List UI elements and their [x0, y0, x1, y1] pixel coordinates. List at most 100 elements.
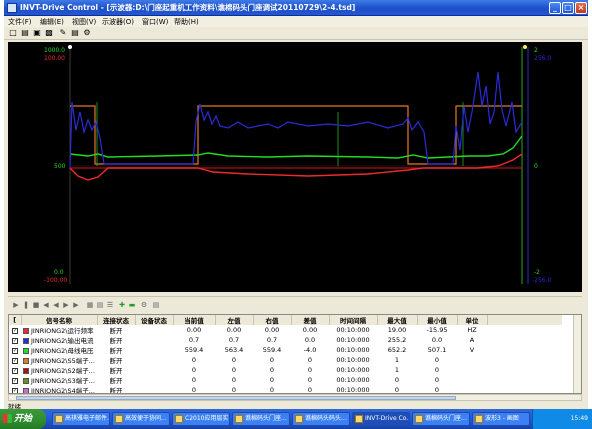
- cell-unit: V: [469, 346, 475, 354]
- bottom-toolbar: ▶ ❚ ■ ◀ ◀ ▶ ▶ ▦ ▤ ☰ ✚ ▬ ⚙ ▤: [8, 296, 582, 312]
- cell-spacer: [487, 335, 562, 345]
- col-check[interactable]: [: [9, 315, 22, 325]
- menu-oscilloscope[interactable]: 示波器(O): [102, 17, 134, 27]
- cell-left: 0: [231, 376, 237, 384]
- row-checkbox[interactable]: ✓: [9, 345, 21, 355]
- step-back-icon[interactable]: ◀: [52, 301, 60, 309]
- cell-min: 0: [434, 376, 440, 384]
- col-current[interactable]: 当前值: [173, 315, 216, 325]
- menu-edit[interactable]: 编辑(E): [40, 17, 64, 27]
- cell-max: 652.2: [387, 346, 407, 354]
- col-right[interactable]: 右值: [253, 315, 292, 325]
- taskbar-item[interactable]: 谯棉码头门座...: [232, 412, 290, 426]
- remove-icon[interactable]: ▬: [128, 301, 136, 309]
- signal-name: JINRIONG2\S2端子...: [31, 367, 95, 375]
- row-checkbox[interactable]: ✓: [9, 325, 21, 335]
- minimize-button[interactable]: _: [549, 2, 561, 14]
- col-min[interactable]: 最小值: [417, 315, 458, 325]
- taskbar-item[interactable]: 高祺雅电子邮件...: [52, 412, 110, 426]
- taskbar-item-label: 谯棉码头门座...: [425, 415, 467, 422]
- col-diff[interactable]: 差值: [291, 315, 330, 325]
- checkbox-icon[interactable]: ✓: [12, 328, 18, 334]
- col-signal-name[interactable]: 信号名称: [21, 315, 98, 325]
- taskbar-item-label: 波形3 - 画图: [485, 415, 519, 422]
- maximize-button[interactable]: □: [562, 2, 574, 14]
- tool-icon[interactable]: ⚙: [82, 28, 92, 38]
- menu-window[interactable]: 窗口(W): [142, 17, 168, 27]
- play-icon[interactable]: ▶: [12, 301, 20, 309]
- taskbar-item[interactable]: 谯棉码头码头...: [292, 412, 350, 426]
- window-icon: [175, 415, 183, 423]
- document-icon[interactable]: ▤: [70, 28, 80, 38]
- row-checkbox[interactable]: ✓: [9, 375, 21, 385]
- checkbox-icon[interactable]: ✓: [12, 348, 18, 354]
- table-row[interactable]: ✓ JINRIONG2\S3端子... 断开 0 0 0 0 00:10:000 0 0: [9, 375, 562, 385]
- checkbox-icon[interactable]: ✓: [12, 378, 18, 384]
- col-conn-status[interactable]: 连接状态: [97, 315, 136, 325]
- taskbar-item[interactable]: 高效便于协同...: [112, 412, 170, 426]
- fast-forward-icon[interactable]: ▶: [72, 301, 80, 309]
- table-row[interactable]: ✓ JINRIONG2\母线电压 断开 559.4 563.4 559.4 -4.0 00:1…: [9, 345, 562, 355]
- table-row[interactable]: ✓ JINRIONG2\S5端子... 断开 0 0 0 0 00:10:000 1 0: [9, 355, 562, 365]
- taskbar-item[interactable]: INVT-Drive Co...: [352, 412, 410, 426]
- taskbar-item[interactable]: C2010应用层实...: [172, 412, 230, 426]
- table-scrollbar[interactable]: [573, 315, 581, 393]
- menu-file[interactable]: 文件(F): [8, 17, 32, 27]
- grid-icon[interactable]: ▦: [86, 301, 94, 309]
- col-max[interactable]: 最大值: [377, 315, 418, 325]
- cell-dev: [135, 365, 173, 375]
- row-checkbox[interactable]: ✓: [9, 385, 21, 393]
- cell-right: 0.7: [266, 336, 278, 344]
- col-dev-status[interactable]: 设备状态: [135, 315, 174, 325]
- table-row[interactable]: ✓ JINRIONG2\S4端子... 断开 0 0 0 0 00:10:000 0 0: [9, 385, 562, 394]
- table-row[interactable]: ✓ JINRIONG2\S2端子... 断开 0 0 0 0 00:10:000 1 0: [9, 365, 562, 375]
- menu-view[interactable]: 视图(V): [72, 17, 96, 27]
- signal-name: JINRIONG2\母线电压: [31, 347, 94, 355]
- title-bar: INVT-Drive Control - [示波器:D:\门座起重机工作资料\谯…: [4, 0, 588, 16]
- open-folder-icon[interactable]: ▤: [20, 28, 30, 38]
- cell-max: 1: [394, 366, 400, 374]
- row-checkbox[interactable]: ✓: [9, 355, 21, 365]
- new-file-icon[interactable]: □: [8, 28, 18, 38]
- scrollbar-thumb[interactable]: [16, 396, 456, 400]
- add-icon[interactable]: ✚: [118, 301, 126, 309]
- oscilloscope-chart[interactable]: 1000.0 100.00 500 0.0 -100.00 2 256.0 0 …: [8, 42, 582, 292]
- menu-help[interactable]: 帮助(H): [174, 17, 199, 27]
- col-unit[interactable]: 单位: [457, 315, 488, 325]
- checkbox-icon[interactable]: ✓: [12, 358, 18, 364]
- step-forward-icon[interactable]: ▶: [62, 301, 70, 309]
- cell-interval: 00:10:000: [336, 346, 370, 354]
- export-icon[interactable]: ▤: [152, 301, 160, 309]
- close-button[interactable]: ×: [575, 2, 587, 14]
- table-row[interactable]: ✓ JINRIONG2\运行频率 断开 0.00 0.00 0.00 0.00 00:10:0…: [9, 325, 562, 335]
- list-icon[interactable]: ☰: [106, 301, 114, 309]
- cell-left: 0: [231, 386, 237, 394]
- taskbar-item[interactable]: 波形3 - 画图: [472, 412, 530, 426]
- chart-icon[interactable]: ▤: [96, 301, 104, 309]
- horizontal-scrollbar[interactable]: [8, 394, 582, 401]
- print-icon[interactable]: ▩: [44, 28, 54, 38]
- rewind-icon[interactable]: ◀: [42, 301, 50, 309]
- col-left[interactable]: 左值: [215, 315, 254, 325]
- stop-icon[interactable]: ■: [32, 301, 40, 309]
- cell-conn: 断开: [109, 377, 123, 385]
- row-checkbox[interactable]: ✓: [9, 365, 21, 375]
- pause-icon[interactable]: ❚: [22, 301, 30, 309]
- save-icon[interactable]: ▣: [32, 28, 42, 38]
- cell-conn: 断开: [109, 357, 123, 365]
- checkbox-icon[interactable]: ✓: [12, 368, 18, 374]
- table-row[interactable]: ✓ JINRIONG2\输出电流 断开 0.7 0.7 0.7 0.0 00:10:000 25…: [9, 335, 562, 345]
- clock: 15:49: [570, 415, 588, 422]
- window-icon: [115, 415, 123, 423]
- start-button[interactable]: 开始: [0, 409, 46, 429]
- cell-dev: [135, 385, 173, 393]
- row-checkbox[interactable]: ✓: [9, 335, 21, 345]
- cell-unit: [457, 385, 487, 393]
- edit-icon[interactable]: ✎: [58, 28, 68, 38]
- signal-name: JINRIONG2\S5端子...: [31, 357, 95, 365]
- checkbox-icon[interactable]: ✓: [12, 338, 18, 344]
- col-interval[interactable]: 时间间隔: [329, 315, 378, 325]
- cell-min: 0.0: [431, 336, 443, 344]
- taskbar-item[interactable]: 谯棉码头门座...: [412, 412, 470, 426]
- settings-icon[interactable]: ⚙: [140, 301, 148, 309]
